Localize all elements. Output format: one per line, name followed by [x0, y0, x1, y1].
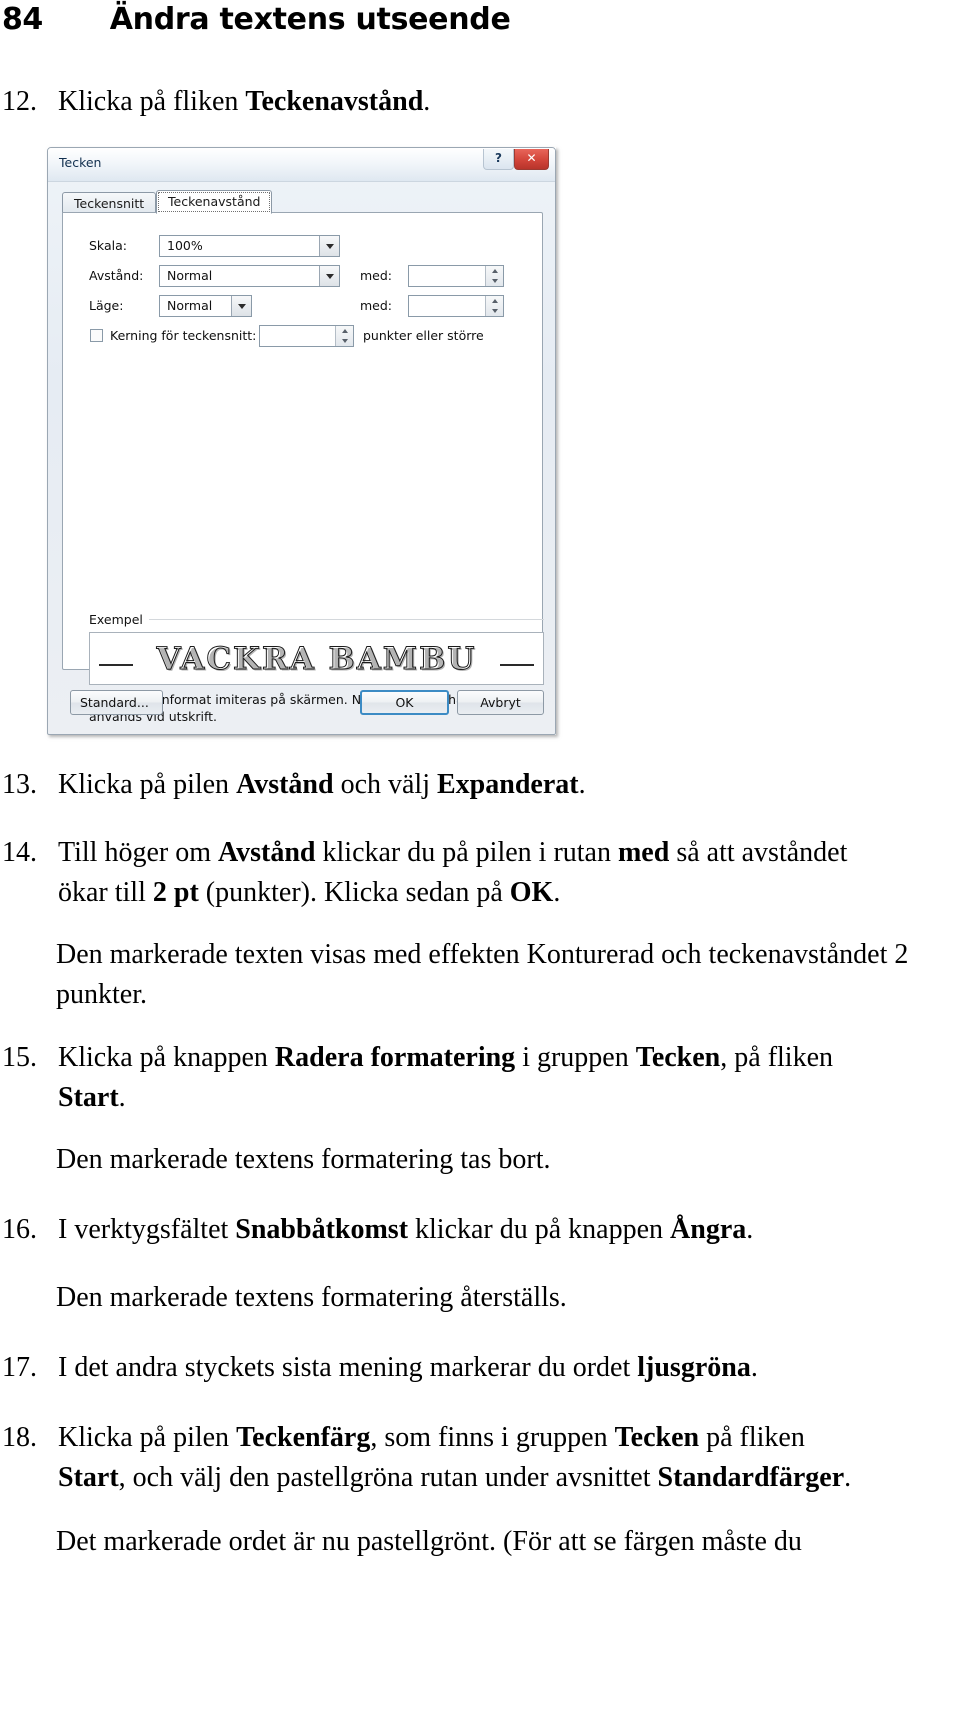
result-paragraph-14: Den markerade texten visas med effekten … — [56, 939, 909, 1010]
preview-sample-text: VACKRA BAMBU — [156, 641, 477, 678]
spacing-by-stepper[interactable] — [408, 265, 504, 287]
step-text: Till höger om Avstånd klickar du på pile… — [58, 837, 848, 908]
dialog-title: Tecken — [59, 155, 102, 170]
step-number: 15. — [2, 1042, 37, 1073]
scale-value: 100% — [167, 238, 203, 253]
step-item-12: 12. Klicka på fliken Teckenavstånd. — [2, 82, 862, 122]
position-by-label: med: — [360, 298, 393, 313]
scale-label: Skala: — [89, 238, 127, 253]
dialog-tabpanel: Skala: 100% Avstånd: Normal med: Läge: N… — [62, 212, 544, 724]
position-label: Läge: — [89, 298, 124, 313]
step-text: Klicka på knappen Radera formatering i g… — [58, 1042, 834, 1113]
close-icon[interactable]: ✕ — [514, 149, 549, 170]
row-kerning: Kerning för teckensnitt: punkter eller s… — [63, 325, 542, 347]
step-text: I det andra styckets sista mening marker… — [58, 1352, 758, 1383]
kerning-suffix-label: punkter eller större — [363, 328, 484, 343]
position-combo[interactable]: Normal — [159, 295, 252, 317]
step-item-13: 13. Klicka på pilen Avstånd och välj Exp… — [2, 765, 882, 805]
step-text: Klicka på pilen Avstånd och välj Expande… — [58, 769, 586, 800]
spacing-combo[interactable]: Normal — [159, 265, 340, 287]
page-header: 84 Ändra textens utseende — [0, 0, 960, 58]
kerning-label: Kerning för teckensnitt: — [110, 328, 257, 343]
dialog-tabstrip: Teckensnitt Teckenavstånd — [62, 190, 543, 214]
tecken-dialog: Tecken ? ✕ Teckensnitt Teckenavstånd Ska… — [47, 147, 556, 735]
step-text: Klicka på pilen Teckenfärg, som finns i … — [58, 1422, 852, 1493]
chapter-title: Ändra textens utseende — [109, 2, 511, 37]
ok-button[interactable]: OK — [360, 690, 449, 715]
chevron-down-icon[interactable] — [319, 236, 339, 256]
row-scale: Skala: 100% — [63, 235, 542, 257]
cancel-button[interactable]: Avbryt — [457, 690, 544, 715]
result-paragraph-15: Den markerade textens formatering tas bo… — [56, 1144, 551, 1175]
tab-teckenavstand[interactable]: Teckenavstånd — [156, 190, 273, 214]
default-styles-button[interactable]: Standard... — [70, 690, 163, 715]
step-text: Klicka på fliken Teckenavstånd. — [58, 86, 431, 117]
position-by-stepper[interactable] — [408, 295, 504, 317]
spacing-by-label: med: — [360, 268, 393, 283]
step-number: 12. — [2, 86, 37, 117]
result-paragraph-16: Den markerade textens formatering återst… — [56, 1282, 567, 1313]
scale-combo[interactable]: 100% — [159, 235, 340, 257]
step-item-17: 17. I det andra styckets sista mening ma… — [2, 1348, 876, 1388]
row-spacing: Avstånd: Normal med: — [63, 265, 542, 287]
step-number: 16. — [2, 1214, 37, 1245]
chevron-down-icon[interactable] — [231, 296, 251, 316]
spacing-value: Normal — [167, 268, 213, 283]
stepper-arrows-icon[interactable] — [485, 266, 503, 286]
step-text: I verktygsfältet Snabbåtkomst klickar du… — [58, 1214, 754, 1245]
kerning-stepper[interactable] — [259, 325, 354, 347]
spacing-label: Avstånd: — [89, 268, 144, 283]
dialog-titlebar: Tecken ? ✕ — [48, 148, 555, 182]
step-item-16: 16. I verktygsfältet Snabbåtkomst klicka… — [2, 1210, 876, 1250]
result-paragraph-18: Det markerade ordet är nu pastellgrönt. … — [56, 1526, 802, 1557]
step-item-15: 15. Klicka på knappen Radera formatering… — [2, 1038, 876, 1118]
position-value: Normal — [167, 298, 213, 313]
step-item-18: 18. Klicka på pilen Teckenfärg, som finn… — [2, 1418, 876, 1498]
preview-group-divider — [149, 619, 544, 620]
kerning-checkbox[interactable] — [90, 329, 103, 342]
row-position: Läge: Normal med: — [63, 295, 542, 317]
tab-teckensnitt[interactable]: Teckensnitt — [62, 192, 157, 213]
stepper-arrows-icon[interactable] — [485, 296, 503, 316]
stepper-arrows-icon[interactable] — [335, 326, 353, 346]
step-number: 14. — [2, 837, 37, 868]
step-number: 17. — [2, 1352, 37, 1383]
page-number: 84 — [2, 2, 43, 37]
step-number: 18. — [2, 1422, 37, 1453]
chevron-down-icon[interactable] — [319, 266, 339, 286]
step-item-14: 14. Till höger om Avstånd klickar du på … — [2, 833, 876, 913]
preview-box: VACKRA BAMBU — [89, 632, 544, 685]
preview-group-label: Exempel — [89, 612, 149, 627]
step-number: 13. — [2, 769, 37, 800]
help-icon[interactable]: ? — [483, 149, 514, 170]
